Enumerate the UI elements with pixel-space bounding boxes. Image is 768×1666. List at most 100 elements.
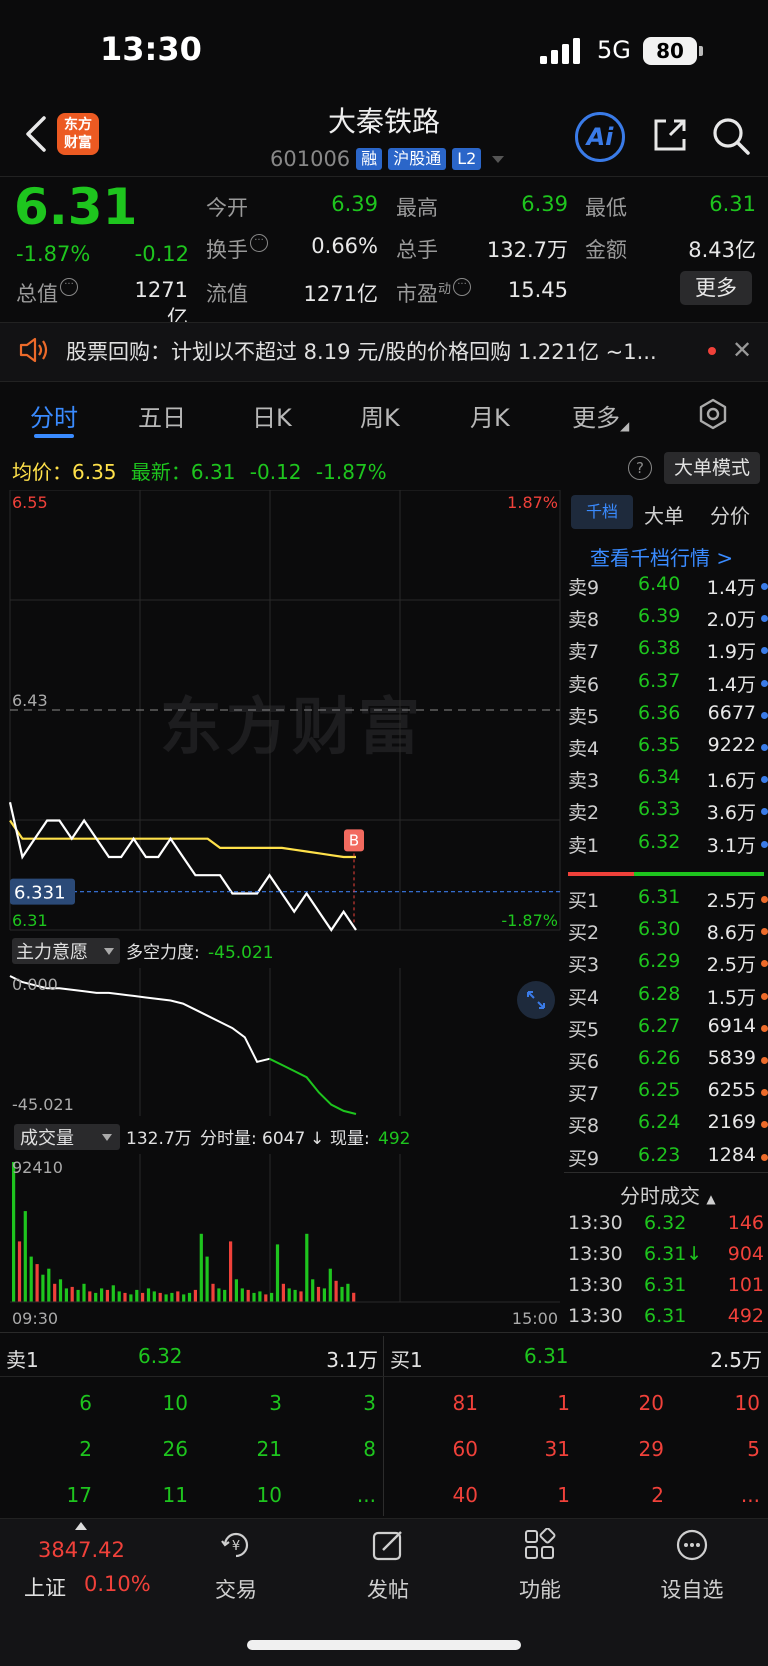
tab-intraday[interactable]: 分时 <box>30 398 78 433</box>
amount-label: 金额 <box>585 238 627 262</box>
level-price: 6.30 <box>638 918 681 941</box>
tab-weekly-k[interactable]: 周K <box>360 398 400 433</box>
level-label: 买2 <box>568 922 600 945</box>
level-dot <box>761 647 768 655</box>
volume-bar <box>182 1294 186 1302</box>
gear-icon[interactable] <box>697 398 729 430</box>
bid-queue-cell: 1 <box>557 1391 570 1415</box>
trades-title-text: 分时成交 <box>620 1184 700 1208</box>
ask-row[interactable]: 卖1 6.32 3.1万 <box>568 831 768 863</box>
active-tab-indicator <box>34 434 74 438</box>
bid-ask-ratio-bar <box>568 872 764 876</box>
ask-row[interactable]: 卖4 6.35 9222 <box>568 734 768 766</box>
tab-price-distribution[interactable]: 分价 <box>710 500 750 529</box>
ask-row[interactable]: 卖3 6.34 1.6万 <box>568 766 768 798</box>
caret-up-icon: ▲ <box>706 1192 716 1206</box>
high-value: 6.39 <box>521 192 568 216</box>
bid-row[interactable]: 买9 6.23 1284 <box>568 1144 768 1176</box>
level-price: 6.29 <box>638 950 681 973</box>
level-label: 卖5 <box>568 705 600 728</box>
trade-price: 6.32 <box>644 1212 687 1234</box>
index-name[interactable]: 上证 <box>24 1572 66 1602</box>
dropdown-icon <box>492 156 505 163</box>
tab-monthly-k[interactable]: 月K <box>470 398 510 433</box>
strength-top-label: 0.000 <box>12 975 58 994</box>
level-price: 6.33 <box>638 798 681 821</box>
search-icon[interactable] <box>710 115 752 157</box>
tabbar-post-label: 发帖 <box>367 1578 409 1602</box>
share-icon[interactable] <box>650 115 690 155</box>
ask-queue-cell: 21 <box>256 1437 282 1461</box>
stock-subline[interactable]: 601006 融 沪股通 L2 <box>270 144 505 174</box>
volume-bar <box>111 1285 115 1302</box>
pe-label-text: 市盈 <box>396 282 438 306</box>
info-dots-icon[interactable]: ··· <box>60 278 78 296</box>
tab-more-label: 更多 <box>572 404 620 432</box>
help-icon[interactable]: ? <box>628 456 652 480</box>
grid-icon <box>525 1527 556 1559</box>
bid-row[interactable]: 买5 6.27 6914 <box>568 1015 768 1047</box>
big-order-mode-button[interactable]: 大单模式 <box>664 452 760 484</box>
level-label: 卖1 <box>568 834 600 857</box>
intraday-chart[interactable]: B 6.331 6.55 1.87% 6.43 6.31 -1.87% 主力意愿 多空力度: -4… <box>0 490 564 1330</box>
volume-bar <box>135 1289 139 1302</box>
current-volume-value: 492 <box>378 1129 410 1149</box>
ask-queue-cell: 2 <box>79 1437 92 1461</box>
tabbar-watchlist[interactable]: 设自选 <box>652 1528 732 1604</box>
volume-bar <box>23 1211 27 1302</box>
level-label: 卖2 <box>568 802 600 825</box>
tag-connect: 沪股通 <box>388 148 447 170</box>
ask-row[interactable]: 卖9 6.40 1.4万 <box>568 573 768 605</box>
bid-row[interactable]: 买4 6.28 1.5万 <box>568 983 768 1015</box>
info-dots-icon[interactable]: ··· <box>250 234 268 252</box>
tabbar-post[interactable]: 发帖 <box>348 1528 428 1604</box>
tab-five-day[interactable]: 五日 <box>138 398 186 433</box>
tab-depth-1000[interactable]: 千档 <box>571 495 633 529</box>
ai-assistant-button[interactable]: Ai <box>575 112 625 162</box>
index-value[interactable]: 3847.42 <box>38 1538 125 1562</box>
tabbar-trade[interactable]: ¥ 交易 <box>196 1528 276 1604</box>
tab-more[interactable]: 更多◢ <box>572 398 629 433</box>
expand-up-icon[interactable] <box>75 1522 87 1530</box>
tab-daily-k[interactable]: 日K <box>252 398 292 433</box>
ask-row[interactable]: 卖6 6.37 1.4万 <box>568 670 768 702</box>
y-axis-top-pct-label: 1.87% <box>507 493 558 512</box>
volume-bar <box>322 1288 326 1302</box>
volume-bar <box>205 1256 209 1302</box>
high-label: 最高 <box>396 196 438 220</box>
volume-bar <box>316 1286 321 1302</box>
level-dot <box>761 776 768 784</box>
index-percent[interactable]: 0.10% <box>84 1572 151 1596</box>
ask-row[interactable]: 卖7 6.38 1.9万 <box>568 637 768 669</box>
bid-row[interactable]: 买7 6.25 6255 <box>568 1079 768 1111</box>
avg-value: 6.35 <box>72 460 117 484</box>
summary-buy-label: 买1 <box>390 1348 423 1372</box>
price-line <box>8 801 357 932</box>
level-dot <box>761 615 768 623</box>
bid-row[interactable]: 买1 6.31 2.5万 <box>568 886 768 918</box>
close-icon[interactable]: ✕ <box>732 336 752 364</box>
indicator-select: 主力意愿 <box>16 942 88 963</box>
level-dot <box>761 1024 768 1032</box>
y-axis-bottom-pct-label: -1.87% <box>501 911 558 930</box>
ask-row[interactable]: 卖8 6.39 2.0万 <box>568 605 768 637</box>
bid-row[interactable]: 买6 6.26 5839 <box>568 1047 768 1079</box>
bid-row[interactable]: 买3 6.29 2.5万 <box>568 950 768 982</box>
volume-bar <box>129 1294 133 1302</box>
view-depth-link[interactable]: 查看千档行情 > <box>590 542 733 571</box>
trades-title[interactable]: 分时成交 ▲ <box>620 1180 716 1209</box>
announcement-text[interactable]: 股票回购：计划以不超过 8.19 元/股的价格回购 1.221亿 ~1... <box>66 336 706 366</box>
bid-row[interactable]: 买2 6.30 8.6万 <box>568 918 768 950</box>
current-volume-label: 现量: <box>330 1129 370 1149</box>
volume-bar <box>246 1289 250 1302</box>
bid-queue-cell: 60 <box>452 1437 478 1461</box>
more-button[interactable]: 更多 <box>680 271 752 305</box>
bid-row[interactable]: 买8 6.24 2169 <box>568 1111 768 1143</box>
level-volume: 3.6万 <box>706 802 756 825</box>
tab-big-orders[interactable]: 大单 <box>644 500 684 529</box>
tabbar-functions[interactable]: 功能 <box>500 1527 580 1604</box>
ask-row[interactable]: 卖2 6.33 3.6万 <box>568 798 768 830</box>
volume-total: 132.7万 <box>126 1129 192 1149</box>
ask-row[interactable]: 卖5 6.36 6677 <box>568 702 768 734</box>
divider <box>0 1376 768 1377</box>
